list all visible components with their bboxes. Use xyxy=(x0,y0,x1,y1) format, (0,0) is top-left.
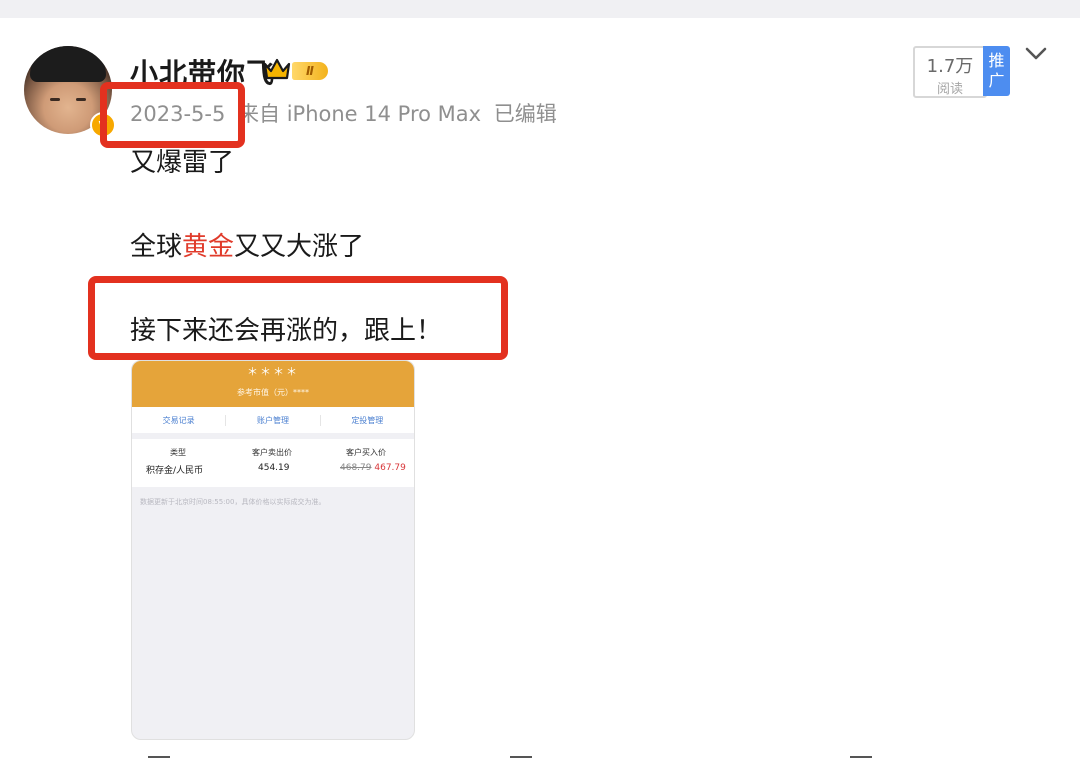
card-td-buy: 468.79 467.79 xyxy=(340,463,406,473)
post-edited-label[interactable]: 已编辑 xyxy=(494,102,557,126)
card-th-type: 类型 xyxy=(170,448,186,457)
card-tab-plan: 定投管理 xyxy=(351,415,384,425)
card-td-buy-old: 468.79 xyxy=(340,463,372,473)
promote-label-1: 推 xyxy=(988,51,1005,70)
card-header: ＊＊＊＊ 参考市值（元）**** xyxy=(132,361,414,407)
read-count-box: 1.7万 阅读 xyxy=(913,46,987,98)
post-meta: 2023-5-5 来自 iPhone 14 Pro Max 已编辑 xyxy=(130,98,563,128)
promote-label-2: 广 xyxy=(988,71,1005,90)
read-count: 1.7万 xyxy=(926,56,974,77)
card-tabs: 交易记录 账户管理 定投管理 xyxy=(132,407,414,433)
post-image-screenshot[interactable]: ＊＊＊＊ 参考市值（元）**** 交易记录 账户管理 定投管理 类型 客户卖出价… xyxy=(131,360,415,740)
card-price-table: 类型 客户卖出价 客户买入价 积存金/人民币 454.19 468.79 467… xyxy=(132,439,414,487)
gold-keyword-link[interactable]: 黄金 xyxy=(182,232,234,262)
card-th-sell: 客户卖出价 xyxy=(252,448,292,457)
post-text-line-3: 接下来还会再涨的，跟上！ xyxy=(130,316,443,346)
post-text-line-2: 全球黄金又又大涨了 xyxy=(130,226,364,263)
post-text-line-1: 又爆雷了 xyxy=(130,148,235,178)
post-date: 2023-5-5 xyxy=(130,102,226,126)
author-name[interactable]: 小北带你飞 xyxy=(130,52,275,92)
read-count-label: 阅读 xyxy=(936,82,963,97)
comment-icon[interactable] xyxy=(510,756,532,766)
avatar-eye-left xyxy=(50,98,60,101)
share-icon[interactable] xyxy=(148,756,170,766)
card-td-type: 积存金/人民币 xyxy=(146,466,204,476)
card-td-buy-new: 467.79 xyxy=(374,463,406,473)
card-tab-account: 账户管理 xyxy=(226,414,321,426)
like-icon[interactable] xyxy=(850,756,872,766)
card-note: 数据更新于北京时间08:55:00，具体价格以实际成交为准。 xyxy=(140,498,326,506)
card-tab-trades: 交易记录 xyxy=(132,414,227,426)
member-level-badge: Ⅱ xyxy=(292,62,328,80)
avatar-eye-right xyxy=(76,98,86,101)
verified-badge-icon: V xyxy=(90,112,116,138)
card-th-buy: 客户买入价 xyxy=(346,448,386,457)
top-separator-bar xyxy=(0,0,1080,18)
avatar-hair xyxy=(30,46,106,82)
post-text-line-2-pre: 全球 xyxy=(130,232,183,262)
promote-button[interactable]: 推 广 xyxy=(983,46,1010,96)
post-source: 来自 iPhone 14 Pro Max xyxy=(238,102,482,126)
card-ref-value: 参考市值（元）**** xyxy=(237,388,309,397)
card-stars: ＊＊＊＊ xyxy=(247,365,299,378)
card-td-sell: 454.19 xyxy=(258,463,290,473)
chevron-down-icon[interactable] xyxy=(1024,46,1048,62)
post-text-line-2-post: 又又大涨了 xyxy=(234,232,365,262)
action-bar-partial xyxy=(130,756,890,764)
crown-icon xyxy=(263,58,291,80)
